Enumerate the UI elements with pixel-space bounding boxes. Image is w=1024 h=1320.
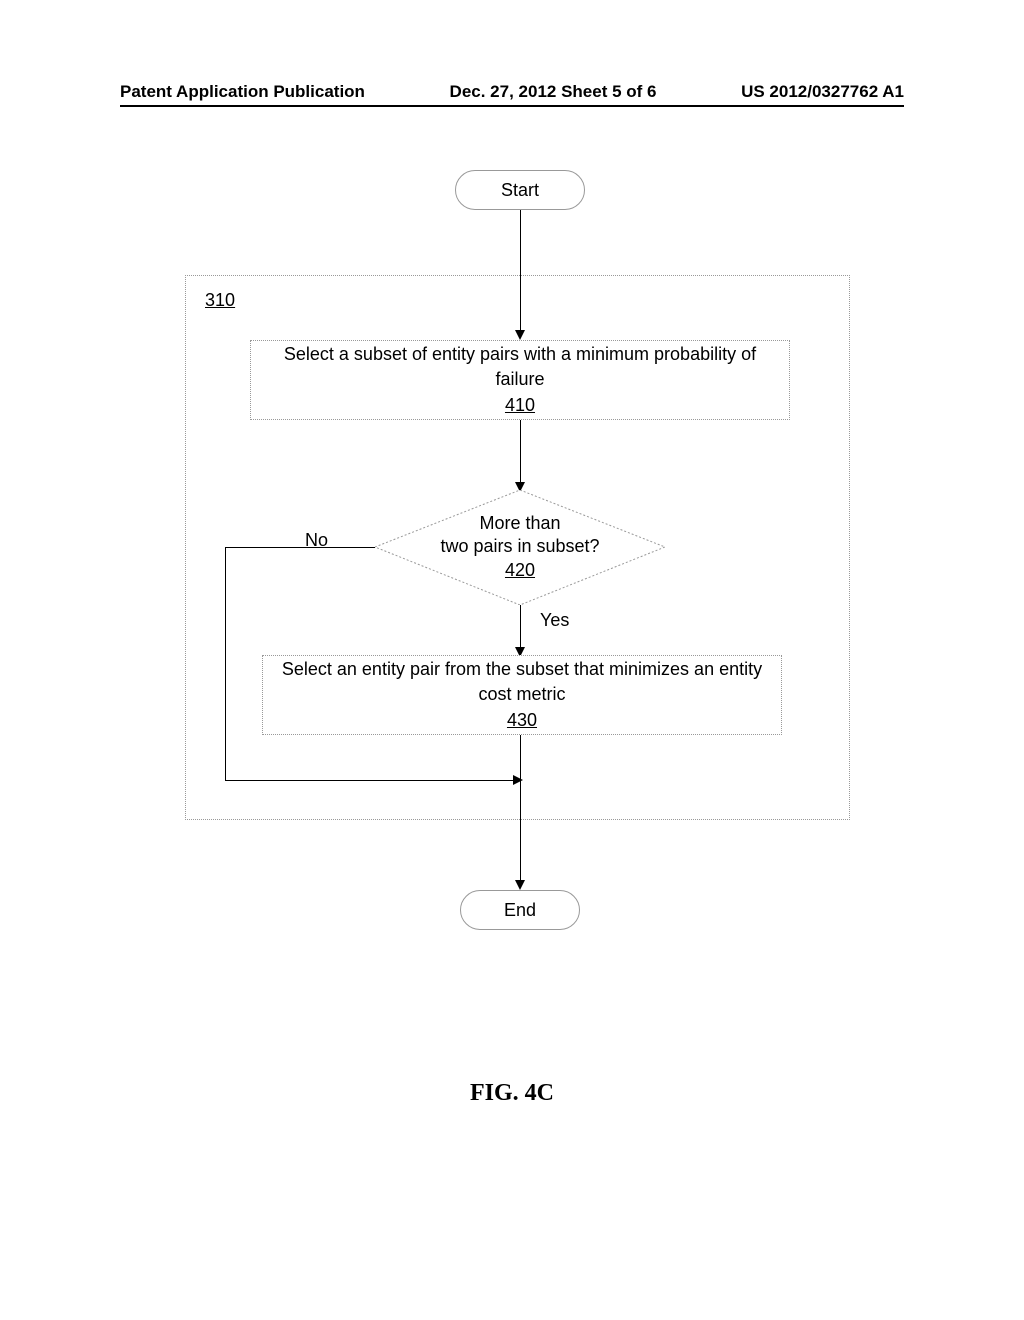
process-430-text: Select an entity pair from the subset th… — [273, 657, 771, 707]
process-430-ref: 430 — [507, 708, 537, 733]
arrowhead-icon — [515, 880, 525, 890]
arrowhead-icon — [513, 775, 523, 785]
process-410: Select a subset of entity pairs with a m… — [250, 340, 790, 420]
arrow-420-yes-to-430 — [520, 605, 521, 647]
header-left: Patent Application Publication — [120, 82, 365, 102]
arrow-420-no-horizontal — [225, 547, 375, 548]
figure-caption: FIG. 4C — [0, 1080, 1024, 1107]
start-terminal: Start — [455, 170, 585, 210]
header-center: Dec. 27, 2012 Sheet 5 of 6 — [450, 82, 657, 102]
process-410-text: Select a subset of entity pairs with a m… — [261, 342, 779, 392]
process-410-ref: 410 — [505, 393, 535, 418]
process-430: Select an entity pair from the subset th… — [262, 655, 782, 735]
page-header: Patent Application Publication Dec. 27, … — [0, 82, 1024, 102]
arrow-420-no-rejoin — [225, 780, 520, 781]
end-terminal: End — [460, 890, 580, 930]
header-right: US 2012/0327762 A1 — [741, 82, 904, 102]
arrow-430-to-end — [520, 735, 521, 880]
decision-420-text: More than two pairs in subset? 420 — [375, 512, 665, 582]
start-label: Start — [501, 180, 539, 201]
arrow-420-no-vertical — [225, 547, 226, 780]
container-310-label: 310 — [205, 290, 235, 311]
flowchart-diagram: Start 310 Select a subset of entity pair… — [180, 170, 860, 970]
end-label: End — [504, 900, 536, 921]
header-divider — [120, 105, 904, 107]
arrow-410-to-420 — [520, 420, 521, 482]
decision-yes-label: Yes — [540, 610, 569, 631]
decision-420: More than two pairs in subset? 420 — [375, 490, 665, 605]
